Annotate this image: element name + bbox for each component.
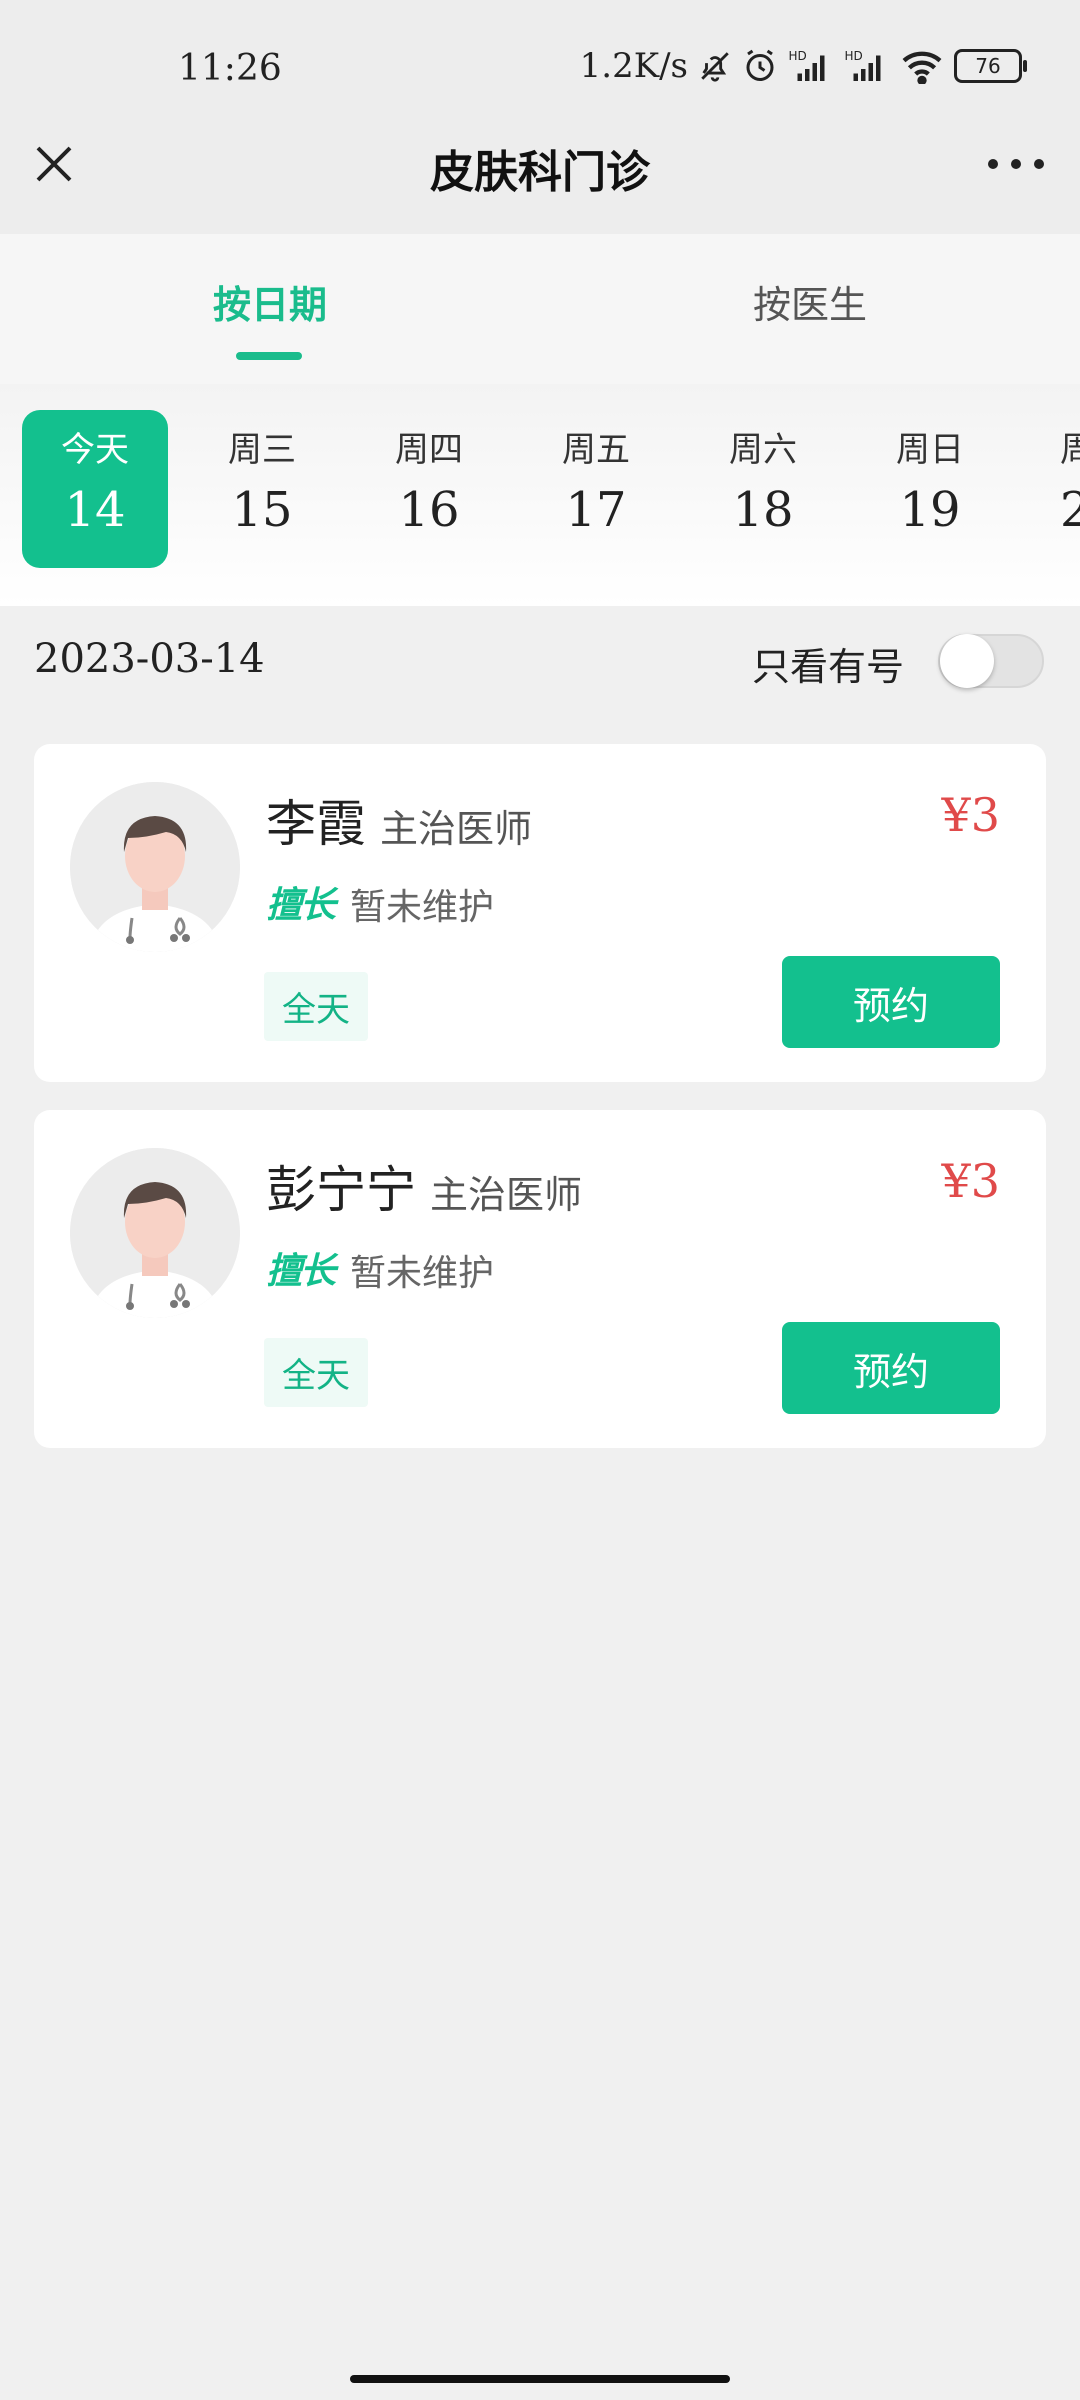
status-icons: 1.2K/s HD HD 76 — [579, 46, 1027, 86]
date-day: 2 — [1060, 482, 1080, 538]
tab-by-doctor[interactable]: 按医生 — [660, 274, 960, 329]
active-tab-indicator — [236, 352, 302, 360]
date-selector: 今天 14 周三 15 周四 16 周五 17 周六 18 周日 19 周 2 — [0, 384, 1080, 606]
date-weekday: 今天 — [61, 430, 129, 470]
doctor-avatar — [70, 1148, 240, 1318]
date-item[interactable]: 周 2 — [1024, 410, 1080, 568]
consultation-price: ¥3 — [941, 788, 1000, 842]
date-item-today[interactable]: 今天 14 — [22, 410, 168, 568]
date-item[interactable]: 周五 17 — [523, 410, 669, 568]
view-tabs: 按日期 按医生 — [0, 234, 1080, 384]
date-weekday: 周六 — [729, 430, 797, 470]
selected-date: 2023-03-14 — [34, 636, 265, 682]
book-button[interactable]: 预约 — [782, 956, 1000, 1048]
wifi-icon — [902, 51, 942, 84]
date-weekday: 周日 — [896, 430, 964, 470]
date-weekday: 周三 — [228, 430, 296, 470]
svg-text:HD: HD — [789, 49, 807, 63]
date-day: 17 — [565, 482, 627, 538]
date-weekday: 周 — [1060, 430, 1080, 470]
more-dot — [1011, 159, 1021, 169]
hd-signal-icon: HD — [845, 49, 881, 81]
toggle-knob — [940, 634, 994, 688]
hd-signal-icon: HD — [789, 49, 825, 81]
doctor-title: 主治医师 — [430, 1173, 583, 1217]
date-item[interactable]: 周三 15 — [189, 410, 335, 568]
date-day: 19 — [899, 482, 961, 538]
doctor-title: 主治医师 — [380, 807, 533, 851]
filter-row: 2023-03-14 只看有号 — [0, 606, 1080, 726]
period-badge: 全天 — [264, 972, 368, 1041]
alarm-icon — [746, 49, 774, 81]
only-available-toggle[interactable] — [938, 634, 1044, 688]
date-item[interactable]: 周日 19 — [857, 410, 1003, 568]
home-indicator[interactable] — [350, 2375, 730, 2383]
specialty-tag: 擅长 — [266, 885, 336, 926]
consultation-price: ¥3 — [941, 1154, 1000, 1208]
more-dot — [1034, 159, 1044, 169]
network-speed: 1.2K/s — [579, 46, 688, 86]
specialty-text: 暂未维护 — [350, 887, 495, 928]
date-day: 14 — [64, 482, 126, 538]
status-time: 11:26 — [178, 48, 282, 89]
doctor-card[interactable]: 李霞 主治医师 ¥3 擅长 暂未维护 全天 预约 — [34, 744, 1046, 1082]
date-day: 15 — [231, 482, 293, 538]
doctor-card[interactable]: 彭宁宁 主治医师 ¥3 擅长 暂未维护 全天 预约 — [34, 1110, 1046, 1448]
specialty-tag: 擅长 — [266, 1251, 336, 1292]
doctor-name: 李霞 — [266, 795, 366, 853]
page-title: 皮肤科门诊 — [430, 147, 650, 198]
more-dot — [988, 159, 998, 169]
navigation-header: 皮肤科门诊 — [0, 100, 1080, 234]
svg-text:HD: HD — [845, 49, 863, 63]
only-available-label: 只看有号 — [752, 645, 905, 689]
specialty-text: 暂未维护 — [350, 1253, 495, 1294]
doctor-name: 彭宁宁 — [266, 1161, 416, 1219]
date-day: 18 — [732, 482, 794, 538]
more-icon[interactable] — [988, 152, 1044, 176]
date-item[interactable]: 周四 16 — [356, 410, 502, 568]
tab-by-date[interactable]: 按日期 — [120, 274, 420, 329]
date-weekday: 周四 — [395, 430, 463, 470]
bell-off-icon — [701, 52, 729, 82]
date-day: 16 — [398, 482, 460, 538]
date-item[interactable]: 周六 18 — [690, 410, 836, 568]
doctor-avatar — [70, 782, 240, 952]
battery-icon: 76 — [954, 49, 1027, 83]
book-button[interactable]: 预约 — [782, 1322, 1000, 1414]
date-weekday: 周五 — [562, 430, 630, 470]
period-badge: 全天 — [264, 1338, 368, 1407]
